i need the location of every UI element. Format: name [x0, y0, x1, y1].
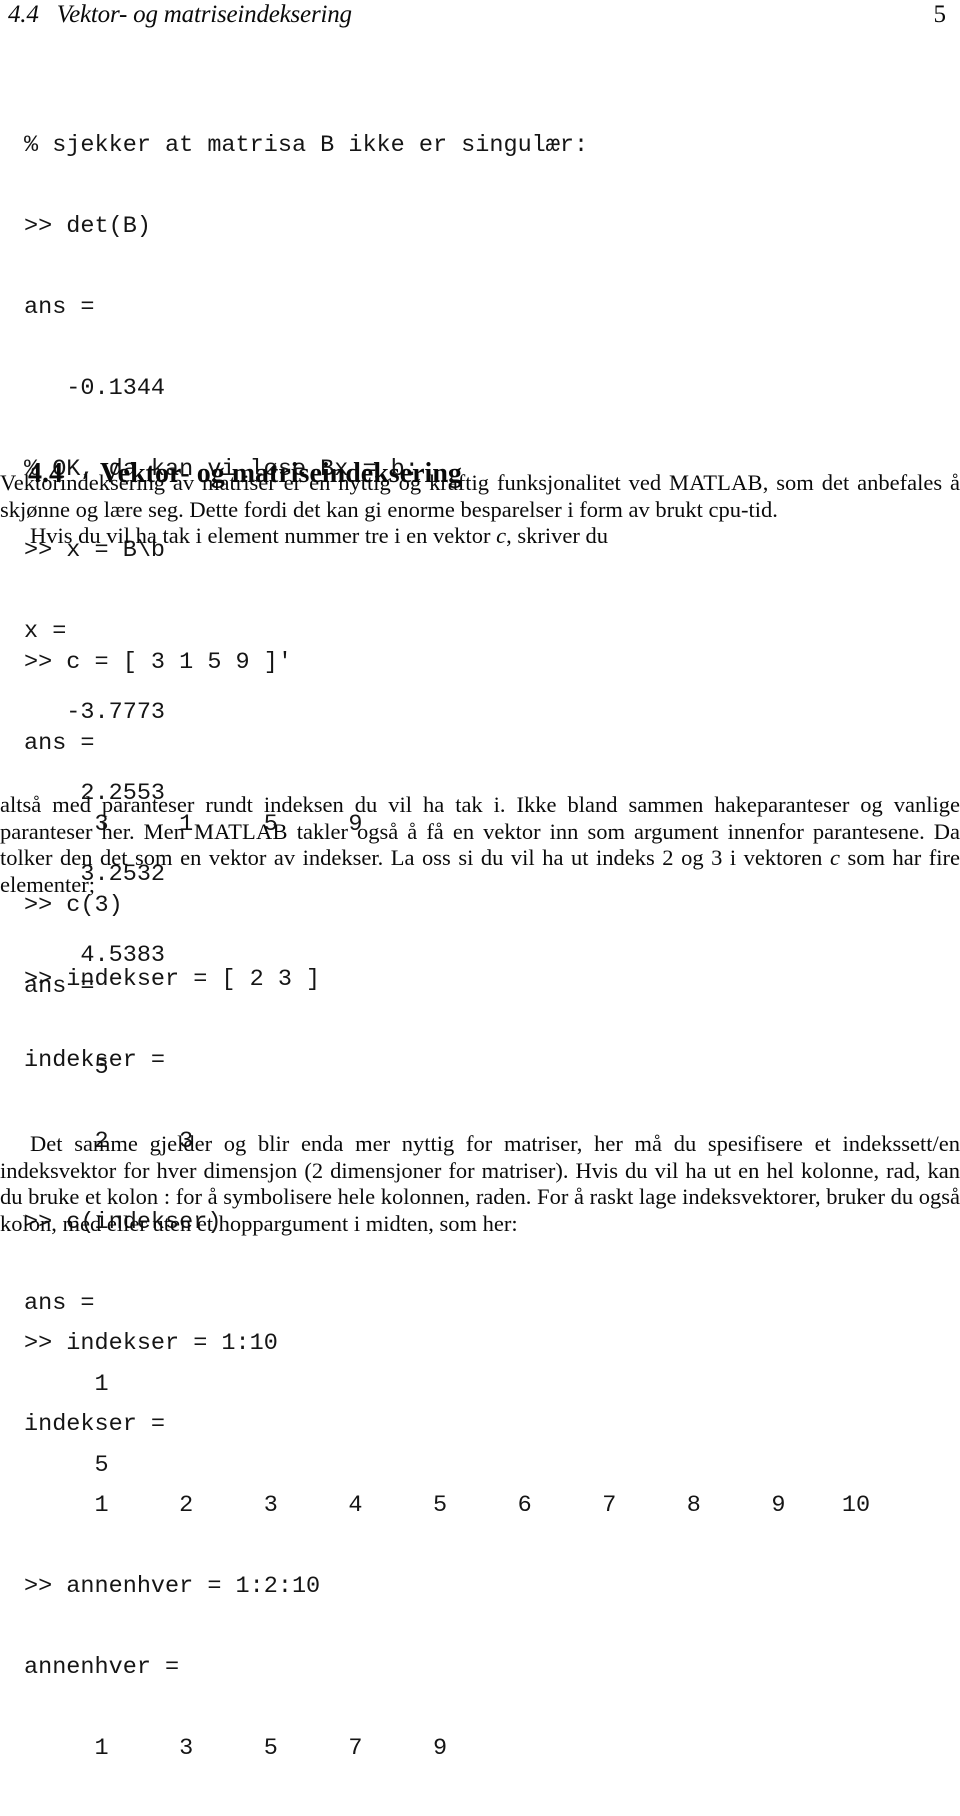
document-page: 4.4 Vektor- og matriseindeksering 5 % sj… [0, 0, 960, 1762]
paragraph-intro: Vektorindeksering av matriser er en nytt… [0, 470, 960, 550]
paragraph-last: Det samme gjelder og blir enda mer nytti… [0, 1131, 960, 1237]
code-line: % sjekker at matrisa B ikke er singulær: [24, 132, 589, 159]
code-line: 1 2 3 4 5 6 7 8 9 10 [24, 1492, 871, 1519]
code-line: ans = [24, 730, 95, 757]
running-head: 4.4 Vektor- og matriseindeksering 5 [0, 0, 960, 38]
code-line: indekser = [24, 1047, 166, 1074]
running-head-title: 4.4 Vektor- og matriseindeksering [8, 1, 352, 28]
matlab-smallcaps: MATLAB [669, 470, 763, 495]
code-line: indekser = [24, 1411, 166, 1438]
variable-c: c [829, 845, 840, 871]
code-line: >> indekser = 1:10 [24, 1330, 278, 1357]
code-line: >> c = [ 3 1 5 9 ]' [24, 649, 292, 676]
code-line: ans = [24, 294, 95, 321]
code-line: annenhver = [24, 1654, 180, 1681]
paragraph-middle: altså med paranteser rundt indeksen du v… [0, 792, 960, 898]
matlab-smallcaps: MATLAB [193, 818, 288, 844]
code-line: >> indekser = [ 2 3 ] [24, 966, 321, 993]
paragraph-text: Vektorindeksering av matriser er en nytt… [0, 470, 670, 495]
code-line: -0.1344 [24, 375, 166, 402]
code-line: >> det(B) [24, 213, 151, 240]
variable-c: c [496, 523, 507, 549]
paragraph-text: , skriver du [506, 523, 608, 549]
code-line: 1 3 5 7 9 [24, 1735, 448, 1762]
code-block-colon-ranges: >> indekser = 1:10 indekser = 1 2 3 4 5 … [24, 1276, 870, 1816]
paragraph-text: Hvis du vil ha tak i element nummer tre … [30, 523, 497, 549]
page-number: 5 [933, 1, 947, 28]
paragraph-text: Det samme gjelder og blir enda mer nytti… [0, 1131, 960, 1236]
code-line: >> annenhver = 1:2:10 [24, 1573, 321, 1600]
